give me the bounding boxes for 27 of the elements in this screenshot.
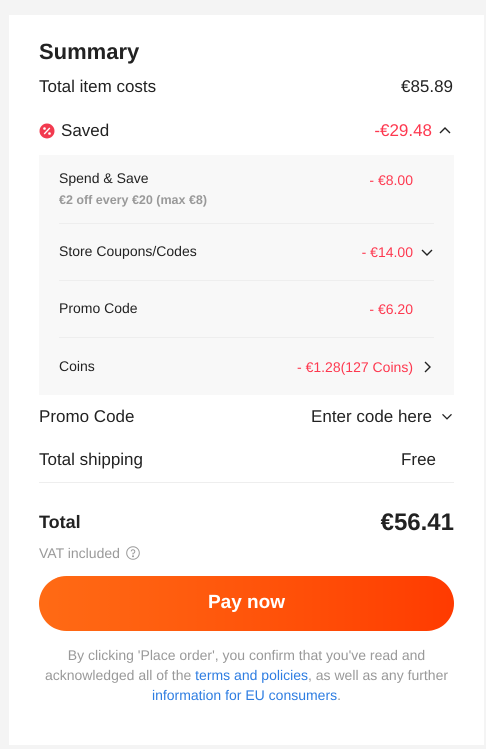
total-amount: €56.41 [380, 508, 454, 538]
vat-note: VAT included [39, 544, 120, 563]
item-costs-label: Total item costs [39, 76, 156, 98]
eu-info-link[interactable]: information for EU consumers [152, 686, 338, 703]
discount-label: Spend & Save [59, 169, 150, 188]
saved-amount: -€29.48 [374, 120, 432, 142]
discount-label: Promo Code [59, 299, 138, 318]
help-icon[interactable] [126, 546, 140, 560]
total-label: Total [39, 511, 81, 534]
shipping-label: Total shipping [39, 448, 143, 470]
discount-amount: - €6.20 [369, 300, 413, 320]
saved-label: Saved [61, 120, 110, 142]
discount-amount: - €1.28(127 Coins) [297, 358, 413, 377]
discount-amount: - €14.00 [362, 243, 413, 262]
summary-title: Summary [39, 38, 140, 66]
promo-code-dropdown[interactable]: Enter code here [311, 404, 454, 430]
legal-text: By clicking 'Place order', you confirm that you've read and acknowledged all of the terms and policies, as well as any further information for EU consumers. [44, 646, 450, 705]
discount-badge-icon [39, 123, 55, 139]
pay-now-button[interactable]: Pay now [39, 576, 454, 631]
shipping-amount: Free [401, 448, 437, 470]
discount-amount: - €8.00 [369, 171, 413, 190]
discount-label: Coins [59, 356, 95, 376]
item-costs-amount: €85.89 [401, 76, 453, 98]
promo-code-label: Promo Code [39, 406, 134, 428]
discount-note: €2 off every €20 (max €8) [59, 192, 208, 209]
discount-label: Store Coupons/Codes [59, 242, 197, 262]
terms-link[interactable]: terms and policies [195, 666, 308, 683]
